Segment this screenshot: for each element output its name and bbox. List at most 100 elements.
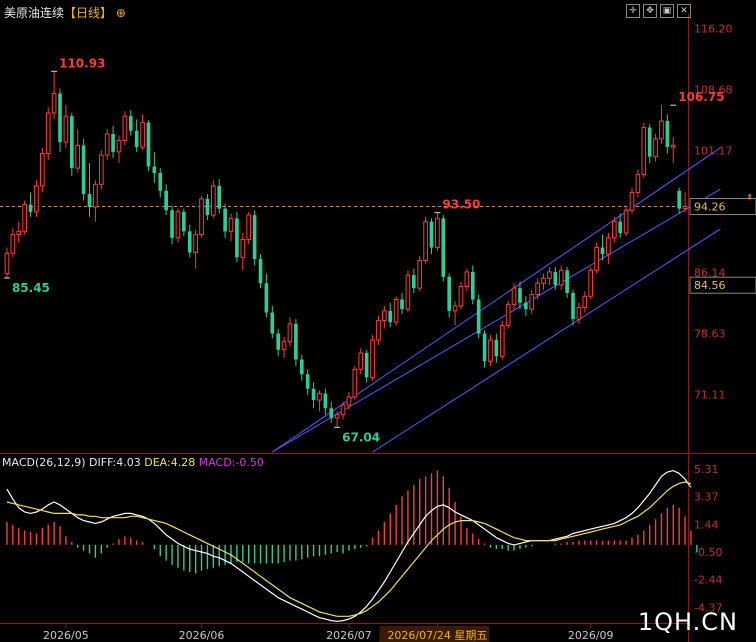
- price-tick-label: 71.11: [694, 388, 726, 401]
- candle-body: [270, 312, 275, 334]
- candle-body: [323, 393, 328, 409]
- candle-body: [677, 190, 681, 209]
- candle-body: [511, 287, 517, 305]
- candle-body: [264, 283, 269, 313]
- candle-body: [381, 310, 387, 322]
- macd-panel: [6, 469, 698, 622]
- candle-body: [329, 408, 334, 418]
- channel-line: [372, 228, 721, 453]
- candle-body: [16, 230, 22, 236]
- candle-body: [494, 340, 499, 357]
- candle-body: [388, 310, 393, 323]
- candle-body: [111, 134, 115, 152]
- candle-body: [210, 185, 216, 216]
- candle-body: [464, 271, 470, 288]
- candle-body: [476, 299, 481, 334]
- annotation-label: 85.45: [12, 281, 50, 295]
- candle-body: [618, 221, 623, 233]
- candle-body: [104, 133, 110, 156]
- price-tick-label: 116.20: [694, 23, 733, 36]
- candle-body: [518, 288, 522, 303]
- candle-body: [87, 194, 92, 208]
- date-axis: 2026/05 2026/06 2026/07 2026/07/24 星期五 2026/…: [43, 623, 614, 642]
- candle-body: [594, 247, 599, 271]
- dea-value: DEA:4.28: [144, 456, 196, 469]
- macd-tick-label: 1.44: [694, 518, 719, 531]
- candle-body: [63, 115, 69, 143]
- candle-body: [305, 374, 310, 389]
- candle-body: [4, 252, 10, 275]
- candle-body: [429, 221, 434, 248]
- macd-tick-label: -2.44: [694, 574, 722, 587]
- candle-body: [122, 115, 128, 141]
- candle-body: [653, 138, 658, 158]
- candle-body: [606, 237, 611, 255]
- macd-tick-label: -0.50: [694, 546, 722, 559]
- macd-tick-label: 5.31: [694, 463, 719, 476]
- candle-body: [193, 234, 198, 253]
- candle-body: [370, 339, 375, 378]
- price-tick-label: 101.17: [694, 144, 733, 157]
- candle-body: [547, 271, 552, 279]
- candle-body: [524, 302, 528, 310]
- candle-body: [499, 324, 505, 357]
- candle-body: [529, 294, 535, 310]
- candle-body: [582, 295, 588, 309]
- candle-body: [22, 204, 27, 232]
- candle-body: [423, 221, 428, 262]
- candle-body: [187, 231, 192, 253]
- candle-body: [435, 217, 440, 249]
- close-icon[interactable]: ✕: [677, 4, 691, 18]
- candle-body: [246, 214, 252, 240]
- candle-body: [116, 139, 122, 153]
- candle-body: [58, 93, 62, 143]
- annotation-label: 110.93: [59, 56, 105, 70]
- candle-body: [393, 298, 399, 323]
- candle-body: [600, 247, 605, 255]
- candle-body: [553, 271, 558, 285]
- settings-icon[interactable]: ⊕: [116, 6, 126, 20]
- candle-body: [447, 276, 452, 311]
- candle-body: [470, 271, 475, 300]
- candle-body: [647, 127, 652, 157]
- candle-body: [400, 299, 404, 310]
- current-price-marker: ⇞: [746, 194, 754, 204]
- symbol-name: 美原油连续: [4, 6, 65, 20]
- period-label[interactable]: 【日线】: [64, 6, 112, 20]
- current-price-label: 94.26: [694, 201, 726, 214]
- candle-body: [281, 341, 287, 351]
- candle-body: [69, 116, 74, 169]
- move-icon[interactable]: ✥: [643, 4, 657, 18]
- candle-body: [565, 270, 569, 294]
- candle-body: [81, 145, 86, 195]
- macd-name: MACD(26,12,9): [2, 456, 86, 469]
- trend-channel: [272, 147, 721, 453]
- candle-body: [217, 185, 222, 209]
- channel-line: [272, 147, 721, 453]
- candle-body: [488, 339, 493, 362]
- candle-body: [376, 320, 381, 341]
- level-label: 84.56: [694, 279, 726, 292]
- candle-body: [252, 215, 257, 259]
- annotation-label: 93.50: [442, 198, 480, 212]
- candle-body: [34, 185, 39, 213]
- image-icon[interactable]: ▣: [660, 4, 674, 18]
- crosshair-icon[interactable]: ✛: [626, 4, 640, 18]
- candle-body: [45, 112, 51, 154]
- candle-body: [287, 323, 293, 343]
- candle-body: [623, 209, 629, 234]
- candle-body: [299, 359, 304, 375]
- candle-body: [558, 269, 564, 286]
- candle-body: [205, 198, 210, 216]
- candle-body: [629, 191, 635, 211]
- candle-body: [541, 277, 546, 284]
- candle-body: [641, 127, 647, 176]
- candle-body: [28, 204, 33, 212]
- chart-canvas: 116.20108.68101.1786.1478.6371.1194.26⇞8…: [0, 14, 756, 642]
- candle-body: [505, 303, 511, 326]
- candle-body: [199, 198, 204, 236]
- candle-body: [334, 414, 340, 419]
- chart-title: 美原油连续【日线】 ⊕: [4, 4, 126, 21]
- date-tick-label: 2026/05: [43, 629, 89, 642]
- candle-body: [659, 120, 664, 140]
